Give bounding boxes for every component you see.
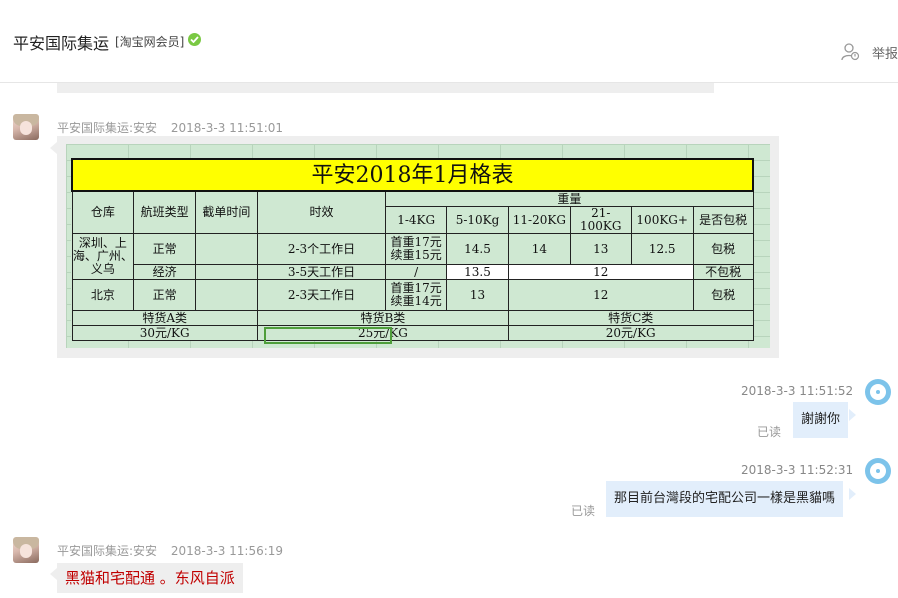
verified-icon	[188, 33, 201, 46]
member-badge: [淘宝网会员]	[115, 35, 185, 49]
sender-name: 平安国际集运:安安	[57, 544, 158, 558]
read-status: 已读	[757, 425, 782, 439]
special-name: 特货A类	[71, 310, 258, 326]
cell-warehouse: 北京	[71, 279, 135, 311]
cell-cutoff	[195, 233, 258, 265]
cell-price: 12.5	[630, 233, 694, 265]
shop-name[interactable]: 平安国际集运	[13, 30, 109, 54]
cell-price: 13	[569, 233, 632, 265]
cell-timing: 2-3天工作日	[256, 279, 387, 311]
message-time: 2018-3-3 11:52:31	[741, 463, 854, 477]
cell-cutoff	[195, 264, 258, 280]
selected-cell	[264, 327, 392, 344]
header-range: 5-10Kg	[446, 206, 509, 234]
special-price: 30元/KG	[71, 325, 258, 341]
message-time: 2018-3-3 11:56:19	[170, 544, 284, 558]
cell-first-weight: 首重17元 续重14元	[385, 279, 448, 311]
user-avatar[interactable]	[865, 379, 891, 405]
cell-first-weight: /	[385, 264, 448, 280]
image-message[interactable]: 平安2018年1月格表 仓库 航班类型 截单时间 时效 重量 1-4KG 5-1…	[57, 136, 779, 358]
cell-price: 13.5	[446, 264, 509, 280]
cell-tax: 包税	[692, 279, 754, 311]
header-range: 11-20KG	[507, 206, 571, 234]
cell-tax: 包税	[692, 233, 754, 265]
seller-avatar[interactable]	[13, 114, 39, 140]
special-name: 特货B类	[256, 310, 509, 326]
price-table: 平安2018年1月格表 仓库 航班类型 截单时间 时效 重量 1-4KG 5-1…	[71, 158, 754, 341]
special-price: 20元/KG	[507, 325, 754, 341]
cell-price: 13	[446, 279, 509, 311]
cell-timing: 2-3个工作日	[256, 233, 387, 265]
header-timing: 时效	[256, 190, 387, 234]
cell-price: 14	[507, 233, 571, 265]
report-icon[interactable]	[840, 42, 860, 62]
header-weight: 重量	[385, 190, 754, 207]
seller-avatar[interactable]	[13, 537, 39, 563]
cell-flight: 经济	[133, 264, 197, 280]
sender-name: 平安国际集运:安安	[57, 121, 158, 135]
outgoing-message[interactable]: 那目前台灣段的宅配公司一樣是黑貓嗎	[606, 481, 844, 517]
table-title: 平安2018年1月格表	[71, 158, 754, 192]
special-name: 特货C类	[507, 310, 754, 326]
read-status: 已读	[571, 504, 596, 518]
header-cutoff: 截单时间	[195, 190, 258, 234]
cell-flight: 正常	[133, 279, 197, 311]
cell-price: 12	[507, 264, 694, 280]
cell-warehouse: 深圳、上海、广州、义乌	[71, 233, 135, 280]
user-avatar[interactable]	[865, 458, 891, 484]
message-meta: 平安国际集运:安安 2018-3-3 11:51:01	[57, 119, 283, 136]
header-flight-type: 航班类型	[133, 190, 197, 234]
header-range: 21-100KG	[569, 206, 632, 234]
cell-price: 12	[507, 279, 694, 311]
cell-flight: 正常	[133, 233, 197, 265]
header-range: 100KG+	[630, 206, 694, 234]
message-time: 2018-3-3 11:51:01	[170, 121, 284, 135]
previous-message-bubble	[57, 83, 714, 93]
header-tax: 是否包税	[692, 206, 754, 234]
cell-first-weight: 首重17元 续重15元	[385, 233, 448, 265]
price-sheet-image[interactable]: 平安2018年1月格表 仓库 航班类型 截单时间 时效 重量 1-4KG 5-1…	[66, 144, 770, 348]
header-range: 1-4KG	[385, 206, 448, 234]
chat-header: 平安国际集运 [淘宝网会员] 举报	[0, 0, 898, 83]
header-warehouse: 仓库	[71, 190, 135, 234]
message-meta: 平安国际集运:安安 2018-3-3 11:56:19	[57, 542, 283, 559]
cell-cutoff	[195, 279, 258, 311]
cell-tax: 不包税	[692, 264, 754, 280]
message-time: 2018-3-3 11:51:52	[741, 384, 854, 398]
outgoing-message[interactable]: 謝謝你	[793, 402, 849, 438]
cell-timing: 3-5天工作日	[256, 264, 387, 280]
incoming-message[interactable]: 黑猫和宅配通 。东风自派	[57, 563, 243, 593]
report-button[interactable]: 举报	[872, 43, 898, 62]
cell-price: 14.5	[446, 233, 509, 265]
